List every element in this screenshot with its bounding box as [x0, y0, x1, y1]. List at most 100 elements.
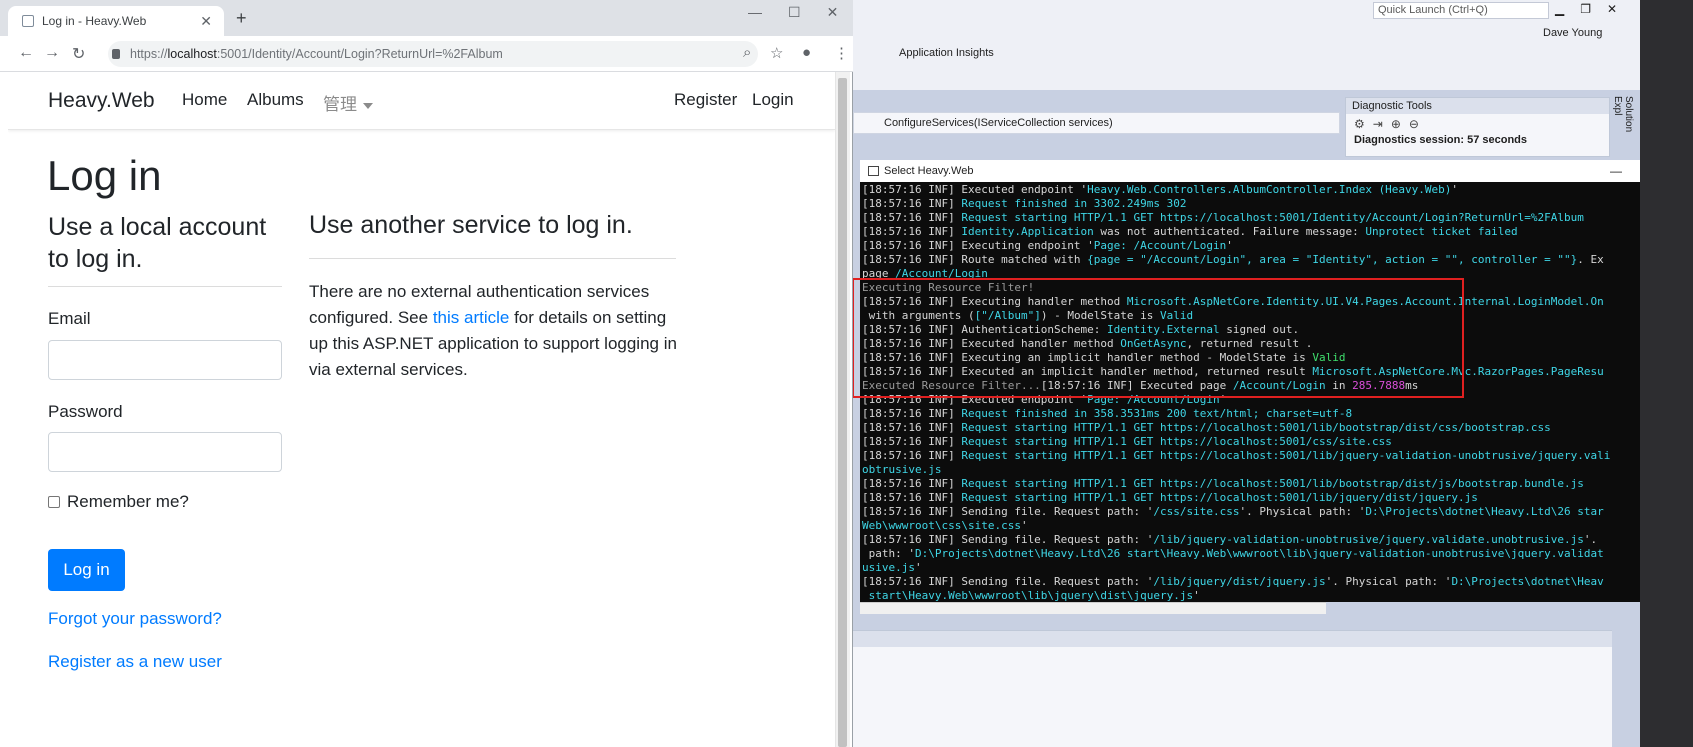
- reload-icon[interactable]: ↻: [72, 44, 85, 64]
- restore-icon[interactable]: ❐: [1580, 2, 1591, 16]
- console-text: [18:57:16 INF] Executing endpoint ': [862, 239, 1094, 252]
- password-label: Password: [48, 402, 123, 421]
- console-text: usive.js: [862, 561, 915, 574]
- new-tab-button[interactable]: +: [236, 8, 247, 29]
- console-text: D:\Projects\dotnet\Heav: [1451, 575, 1604, 588]
- zoom-in-icon[interactable]: ⊕: [1391, 117, 1401, 131]
- console-line: usive.js': [862, 561, 1640, 575]
- close-icon[interactable]: ✕: [827, 4, 839, 21]
- nav-login[interactable]: Login: [752, 90, 794, 110]
- console-text: Request starting HTTP/1.1 GET https://lo…: [961, 477, 1584, 490]
- console-line: [18:57:16 INF] Executed endpoint 'Heavy.…: [862, 183, 1640, 197]
- back-arrow-icon[interactable]: ←: [18, 44, 34, 62]
- address-bar[interactable]: https://localhost:5001/Identity/Account/…: [108, 41, 758, 67]
- console-text: [18:57:16 INF] Sending file. Request pat…: [862, 575, 1154, 588]
- this-article-link[interactable]: this article: [433, 308, 510, 327]
- console-text: '. Physical path: ': [1239, 505, 1366, 518]
- page-title: Log in: [47, 152, 162, 199]
- console-text: [18:57:16 INF]: [862, 477, 962, 490]
- profile-icon[interactable]: ●: [802, 44, 811, 61]
- console-text: [18:57:16 INF]: [862, 491, 962, 504]
- divider: [309, 258, 676, 259]
- console-text: /css/site.css: [1153, 505, 1240, 518]
- email-field[interactable]: [48, 340, 282, 380]
- remember-me-label[interactable]: Remember me?: [67, 492, 189, 512]
- nav-albums[interactable]: Albums: [247, 90, 304, 110]
- console-text: '.: [1583, 533, 1598, 546]
- divider: [48, 286, 282, 287]
- console-text: [18:57:16 INF] Sending file. Request pat…: [862, 505, 1154, 518]
- nav-admin-dropdown[interactable]: 管理: [323, 90, 373, 115]
- menu-icon[interactable]: ⋮: [834, 44, 849, 62]
- console-text: Request starting HTTP/1.1 GET https://lo…: [961, 435, 1392, 448]
- window-controls: — ☐ ✕: [748, 4, 838, 21]
- quick-launch-input[interactable]: Quick Launch (Ctrl+Q): [1373, 2, 1549, 19]
- maximize-icon[interactable]: ☐: [788, 4, 801, 21]
- console-horizontal-scrollbar[interactable]: [860, 602, 1326, 614]
- console-line: [18:57:16 INF] Request starting HTTP/1.1…: [862, 435, 1640, 449]
- close-icon[interactable]: ✕: [1607, 2, 1617, 16]
- minimize-icon[interactable]: ▁: [1555, 2, 1564, 16]
- forgot-password-link[interactable]: Forgot your password?: [48, 609, 222, 629]
- browser-toolbar: ← → ↻ https://localhost:5001/Identity/Ac…: [0, 36, 853, 72]
- zoom-icon[interactable]: ⌕: [743, 44, 751, 61]
- console-text: Unprotect ticket failed: [1365, 225, 1518, 238]
- console-line: [18:57:16 INF] Request starting HTTP/1.1…: [862, 211, 1640, 225]
- password-field[interactable]: [48, 432, 282, 472]
- console-text: [18:57:16 INF]: [862, 407, 962, 420]
- diagnostic-toolbar: ⚙ ⇥ ⊕ ⊖: [1346, 114, 1609, 134]
- nav-register[interactable]: Register: [674, 90, 737, 110]
- console-text: /lib/jquery-validation-unobtrusive/jquer…: [1153, 533, 1584, 546]
- site-brand[interactable]: Heavy.Web: [48, 89, 155, 113]
- console-line: [18:57:16 INF] Request starting HTTP/1.1…: [862, 491, 1640, 505]
- bookmark-star-icon[interactable]: ☆: [770, 44, 783, 62]
- console-text: D:\Projects\dotnet\Heavy.Ltd\26 star: [1365, 505, 1604, 518]
- console-text: ': [1020, 519, 1028, 532]
- zoom-out-icon[interactable]: ⊖: [1409, 117, 1419, 131]
- console-text: . Ex: [1577, 253, 1604, 266]
- export-icon[interactable]: ⇥: [1373, 117, 1383, 131]
- console-text: Request finished in 3302.249ms 302: [961, 197, 1187, 210]
- console-text: Page: /Account/Login: [1093, 239, 1227, 252]
- console-line: [18:57:16 INF] Identity.Application was …: [862, 225, 1640, 239]
- chrome-window: Log in - Heavy.Web ✕ + — ☐ ✕ ← → ↻ https…: [0, 0, 853, 747]
- console-title: Select Heavy.Web: [884, 165, 974, 177]
- vs-user-name[interactable]: Dave Young: [1543, 27, 1602, 39]
- nav-home[interactable]: Home: [182, 90, 227, 110]
- browser-tab[interactable]: Log in - Heavy.Web ✕: [8, 6, 224, 36]
- console-line: [18:57:16 INF] Route matched with {page …: [862, 253, 1640, 267]
- diagnostic-tools-title: Diagnostic Tools: [1346, 98, 1609, 114]
- application-insights-button[interactable]: Application Insights: [899, 47, 994, 59]
- highlight-box: [852, 278, 1464, 398]
- console-text: /lib/jquery/dist/jquery.js: [1153, 575, 1326, 588]
- remember-me-checkbox[interactable]: [48, 496, 60, 508]
- caret-down-icon: [363, 102, 373, 109]
- page-icon: [22, 15, 34, 27]
- console-line: [18:57:16 INF] Sending file. Request pat…: [862, 505, 1640, 519]
- method-dropdown-value: ConfigureServices(IServiceCollection ser…: [884, 117, 1113, 129]
- diagnostic-tools-panel: Diagnostic Tools ⚙ ⇥ ⊕ ⊖ Diagnostics ses…: [1345, 97, 1610, 157]
- console-text: '. Physical path: ': [1325, 575, 1452, 588]
- page-scrollbar-thumb[interactable]: [838, 78, 847, 747]
- minimize-icon[interactable]: —: [1610, 160, 1622, 182]
- minimize-icon[interactable]: —: [748, 4, 762, 21]
- console-text: was not authenticated. Failure message:: [1093, 225, 1366, 238]
- gear-icon[interactable]: ⚙: [1354, 117, 1365, 131]
- solution-explorer-tab[interactable]: Solution Expl: [1612, 92, 1634, 154]
- console-text: start\Heavy.Web\wwwroot\lib\jquery\dist\…: [862, 589, 1194, 602]
- tab-title: Log in - Heavy.Web: [42, 14, 147, 28]
- console-text: [18:57:16 INF]: [862, 211, 962, 224]
- login-button[interactable]: Log in: [48, 549, 125, 591]
- tab-close-icon[interactable]: ✕: [200, 6, 212, 36]
- register-new-user-link[interactable]: Register as a new user: [48, 652, 222, 672]
- vs-bottom-panel-title: [853, 631, 1612, 647]
- console-line: obtrusive.js: [862, 463, 1640, 477]
- local-account-heading: Use a local account to log in.: [48, 213, 267, 273]
- forward-arrow-icon[interactable]: →: [44, 44, 60, 62]
- console-line: [18:57:16 INF] Executing endpoint 'Page:…: [862, 239, 1640, 253]
- console-text: [18:57:16 INF]: [862, 225, 962, 238]
- console-text: Request starting HTTP/1.1 GET https://lo…: [961, 421, 1551, 434]
- console-text: ': [1193, 589, 1200, 602]
- method-dropdown[interactable]: ConfigureServices(IServiceCollection ser…: [853, 112, 1340, 134]
- console-text: Request starting HTTP/1.1 GET https://lo…: [961, 449, 1611, 462]
